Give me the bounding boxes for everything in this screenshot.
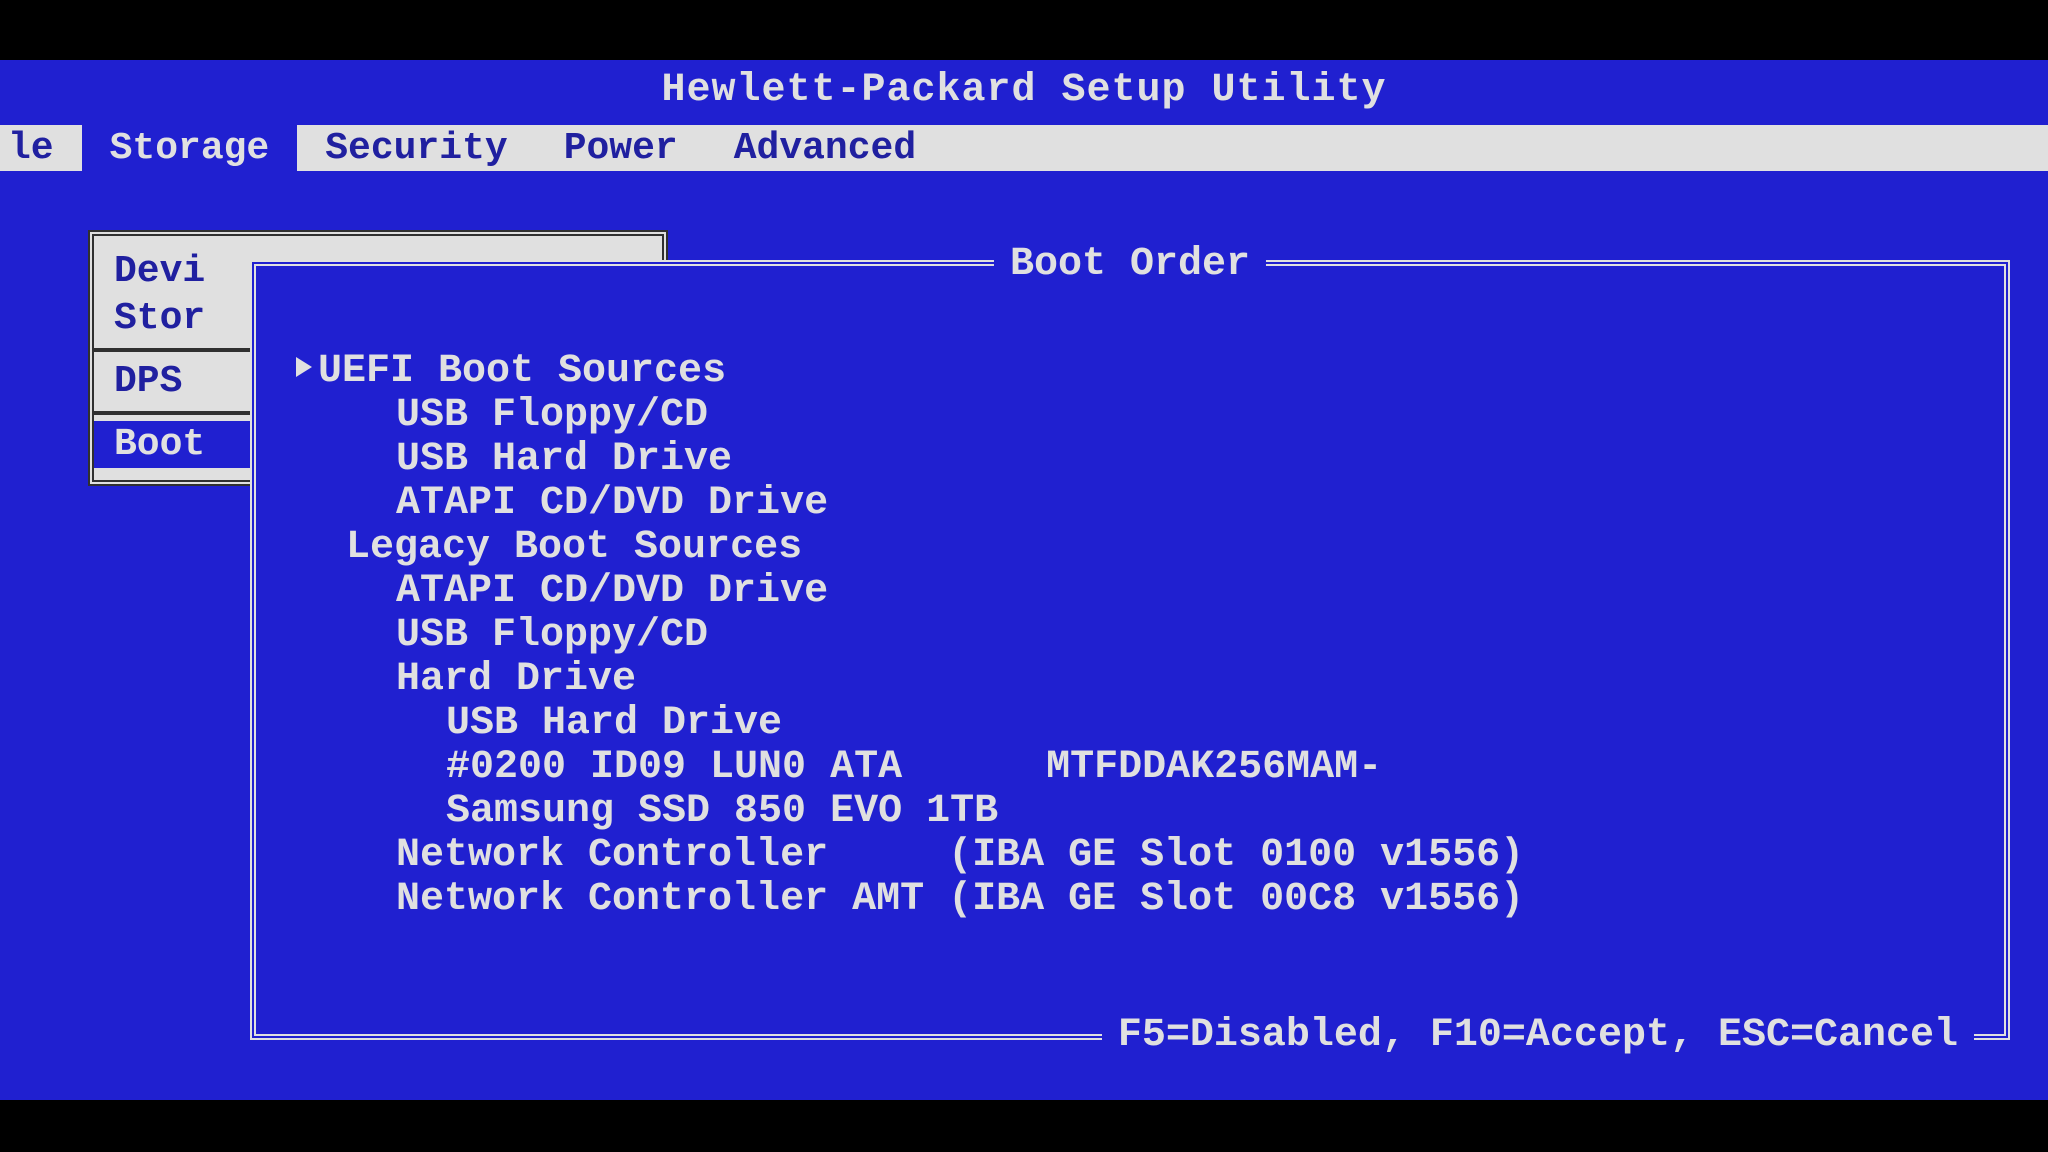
tab-power[interactable]: Power: [536, 125, 706, 171]
boot-item[interactable]: ATAPI CD/DVD Drive: [296, 570, 1524, 614]
uefi-boot-sources[interactable]: UEFI Boot Sources: [296, 349, 726, 394]
panel-title: Boot Order: [994, 242, 1266, 287]
boot-item[interactable]: USB Hard Drive: [296, 438, 1524, 482]
tab-storage[interactable]: Storage: [82, 125, 298, 171]
menubar: le Storage Security Power Advanced: [0, 125, 2048, 171]
boot-order-panel: Boot Order UEFI Boot Sources USB Floppy/…: [250, 260, 2010, 1040]
tab-advanced[interactable]: Advanced: [706, 125, 944, 171]
panel-footer-hints: F5=Disabled, F10=Accept, ESC=Cancel: [1102, 1013, 1974, 1058]
boot-item[interactable]: USB Hard Drive: [296, 702, 1524, 746]
tab-security[interactable]: Security: [297, 125, 535, 171]
legacy-boot-sources[interactable]: Legacy Boot Sources: [296, 526, 1524, 570]
boot-order-list: UEFI Boot Sources USB Floppy/CDUSB Hard …: [296, 306, 1524, 922]
boot-item[interactable]: Network Controller AMT (IBA GE Slot 00C8…: [296, 878, 1524, 922]
bios-screen: Hewlett-Packard Setup Utility le Storage…: [0, 60, 2048, 1100]
triangle-right-icon: [296, 357, 312, 377]
boot-item[interactable]: #0200 ID09 LUN0 ATA MTFDDAK256MAM-: [296, 746, 1524, 790]
boot-item[interactable]: Network Controller (IBA GE Slot 0100 v15…: [296, 834, 1524, 878]
hard-drive-group[interactable]: Hard Drive: [296, 658, 1524, 702]
tab-file[interactable]: le: [0, 125, 82, 171]
boot-item[interactable]: ATAPI CD/DVD Drive: [296, 482, 1524, 526]
boot-item[interactable]: USB Floppy/CD: [296, 394, 1524, 438]
boot-item[interactable]: Samsung SSD 850 EVO 1TB: [296, 790, 1524, 834]
boot-item[interactable]: USB Floppy/CD: [296, 614, 1524, 658]
page-title: Hewlett-Packard Setup Utility: [0, 60, 2048, 125]
